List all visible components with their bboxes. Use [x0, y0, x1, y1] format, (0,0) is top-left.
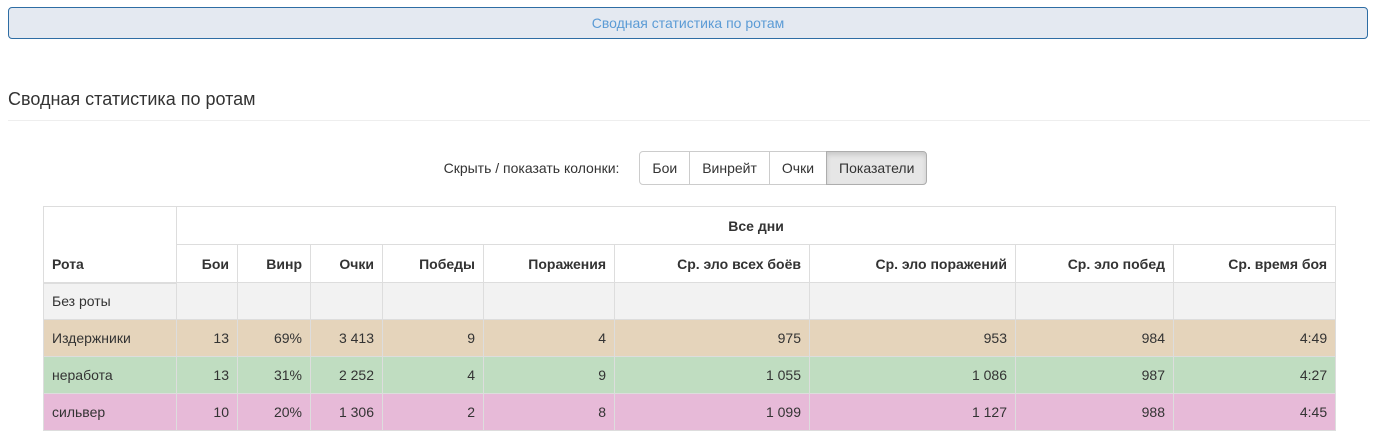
avg-battle-time-cell: [1172, 282, 1337, 320]
table-group-header-row: Рота Все дни: [43, 206, 1337, 284]
points-cell: [310, 282, 383, 320]
battles-cell: 13: [176, 319, 238, 357]
avg-elo-wins-cell: [1015, 282, 1174, 320]
column-header-avg-elo-wins[interactable]: Ср. эло побед: [1015, 244, 1174, 283]
wins-cell: 9: [382, 319, 484, 357]
column-header-avg-elo-all[interactable]: Ср. эло всех боёв: [614, 244, 810, 283]
section-title: Сводная статистика по ротам: [8, 89, 256, 109]
winrate-cell: 69%: [237, 319, 311, 357]
company-name-cell: сильвер: [43, 393, 177, 431]
winrate-cell: [237, 282, 311, 320]
wins-cell: [382, 282, 484, 320]
losses-cell: 4: [483, 319, 615, 357]
points-cell: 1 306: [310, 393, 383, 431]
avg-elo-wins-cell: 984: [1015, 319, 1174, 357]
table-column-header-row: Бои Винр Очки Победы Поражения Ср. эло в…: [44, 244, 1337, 283]
wins-cell: 2: [382, 393, 484, 431]
avg-elo-all-cell: 1 099: [614, 393, 810, 431]
points-cell: 2 252: [310, 356, 383, 394]
column-header-losses[interactable]: Поражения: [483, 244, 615, 283]
column-header-avg-elo-losses[interactable]: Ср. эло поражений: [809, 244, 1016, 283]
avg-elo-all-cell: 975: [614, 319, 810, 357]
page: Сводная статистика по ротам Сводная стат…: [0, 0, 1379, 448]
avg-battle-time-cell: 4:49: [1172, 319, 1337, 357]
summary-stats-toggle-button[interactable]: Сводная статистика по ротам: [8, 7, 1368, 39]
winrate-cell: 31%: [237, 356, 311, 394]
company-name-cell: Издержники: [43, 319, 177, 357]
battles-cell: 13: [176, 356, 238, 394]
toggle-metrics-button[interactable]: Показатели: [826, 151, 928, 185]
section-divider: [8, 120, 1370, 121]
avg-elo-all-cell: [614, 282, 810, 320]
wins-cell: 4: [382, 356, 484, 394]
company-name-cell: Без роты: [43, 282, 177, 320]
avg-elo-losses-cell: 953: [809, 319, 1016, 357]
column-header-wins[interactable]: Победы: [382, 244, 484, 283]
column-toggle-label: Скрыть / показать колонки:: [443, 160, 620, 176]
avg-elo-losses-cell: 1 086: [809, 356, 1016, 394]
column-header-points[interactable]: Очки: [310, 244, 383, 283]
avg-elo-losses-cell: 1 127: [809, 393, 1016, 431]
avg-elo-losses-cell: [809, 282, 1016, 320]
summary-stats-toggle-label: Сводная статистика по ротам: [591, 15, 785, 31]
avg-elo-wins-cell: 987: [1015, 356, 1174, 394]
avg-battle-time-cell: 4:45: [1172, 393, 1337, 431]
column-toggle-group: Бои Винрейт Очки Показатели: [639, 151, 928, 185]
losses-cell: 9: [483, 356, 615, 394]
column-header-battles[interactable]: Бои: [176, 244, 238, 283]
column-toggle-row: Скрыть / показать колонки: Бои Винрейт О…: [0, 151, 1379, 185]
avg-elo-all-cell: 1 055: [614, 356, 810, 394]
points-cell: 3 413: [310, 319, 383, 357]
toggle-battles-button[interactable]: Бои: [639, 151, 691, 185]
toggle-winrate-button[interactable]: Винрейт: [689, 151, 770, 185]
battles-cell: 10: [176, 393, 238, 431]
toggle-points-button[interactable]: Очки: [768, 151, 828, 185]
company-name-cell: неработа: [43, 356, 177, 394]
winrate-cell: 20%: [237, 393, 311, 431]
losses-cell: 8: [483, 393, 615, 431]
table-row: Издержники 13 69% 3 413 9 4 975 953 984 …: [43, 319, 1337, 357]
column-header-avg-battle-time[interactable]: Ср. время боя: [1172, 244, 1337, 283]
column-header-rota[interactable]: Рота: [43, 206, 177, 284]
table-row: сильвер 10 20% 1 306 2 8 1 099 1 127 988…: [43, 393, 1337, 431]
table-row: неработа 13 31% 2 252 4 9 1 055 1 086 98…: [43, 356, 1337, 394]
company-stats-table: Рота Все дни Бои Винр Очки Победы Пораже…: [43, 206, 1337, 431]
avg-battle-time-cell: 4:27: [1172, 356, 1337, 394]
column-header-winrate[interactable]: Винр: [237, 244, 311, 283]
avg-elo-wins-cell: 988: [1015, 393, 1174, 431]
losses-cell: [483, 282, 615, 320]
battles-cell: [176, 282, 238, 320]
table-row: Без роты: [43, 282, 1337, 320]
group-header-all-days: Все дни: [175, 206, 1337, 245]
